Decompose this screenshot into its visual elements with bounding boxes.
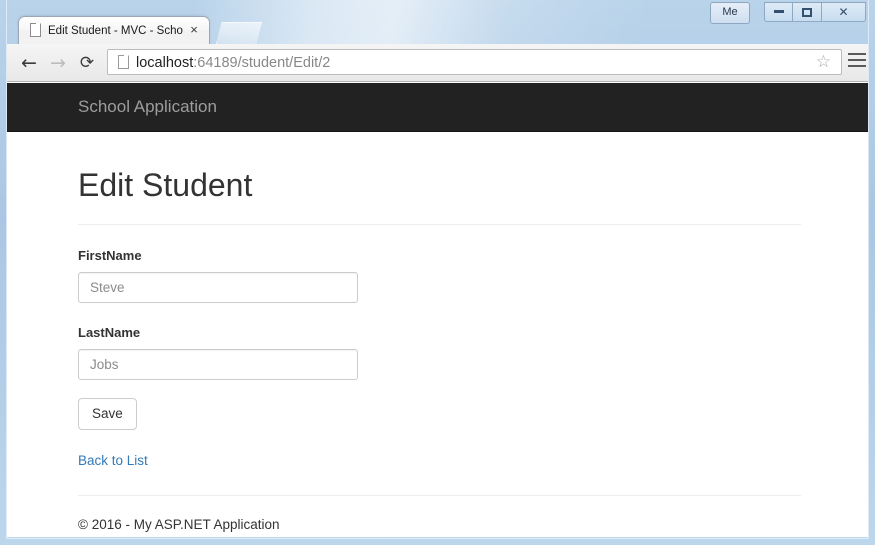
url-path: :64189/student/Edit/2 <box>193 55 330 71</box>
window-caption-buttons: Me ✕ <box>710 2 866 26</box>
menu-bar-1 <box>848 53 866 55</box>
footer-divider <box>78 495 801 496</box>
firstname-label: FirstName <box>78 248 801 264</box>
bookmark-star-icon[interactable]: ☆ <box>814 53 833 72</box>
navbar-brand[interactable]: School Application <box>78 97 217 117</box>
window-maximize-button[interactable] <box>793 2 822 22</box>
hamburger-menu-icon[interactable] <box>848 53 866 73</box>
forward-arrow-icon: → <box>46 52 70 74</box>
address-bar[interactable]: localhost:64189/student/Edit/2 ☆ <box>107 49 842 75</box>
field-group-lastname: LastName Jobs <box>78 325 801 380</box>
chrome-profile-button[interactable]: Me <box>710 2 750 24</box>
page-viewport: School Application Edit Student FirstNam… <box>7 82 868 537</box>
footer-copyright: © 2016 - My ASP.NET Application <box>78 516 801 533</box>
field-group-firstname: FirstName Steve <box>78 248 801 303</box>
address-bar-url: localhost:64189/student/Edit/2 <box>136 53 330 73</box>
window-close-button[interactable]: ✕ <box>822 2 866 22</box>
new-tab-button[interactable] <box>216 22 262 44</box>
page-title: Edit Student <box>78 140 801 204</box>
page-icon <box>30 23 41 37</box>
tab-title: Edit Student - MVC - Scho <box>48 23 185 39</box>
reload-icon[interactable]: ⟳ <box>75 52 99 74</box>
menu-bar-2 <box>848 59 866 61</box>
firstname-input[interactable]: Steve <box>78 272 358 303</box>
lastname-label: LastName <box>78 325 801 341</box>
browser-tab-edit-student[interactable]: Edit Student - MVC - Scho × <box>18 16 210 44</box>
url-host: localhost <box>136 55 193 71</box>
save-button[interactable]: Save <box>78 398 137 430</box>
edit-student-form: FirstName Steve LastName Jobs Save Back … <box>78 225 801 469</box>
browser-toolbar: ← → ⟳ localhost:64189/student/Edit/2 ☆ <box>7 44 868 82</box>
menu-bar-3 <box>848 65 866 67</box>
maximize-icon <box>802 8 812 17</box>
tab-close-icon[interactable]: × <box>187 23 201 37</box>
back-to-list-link[interactable]: Back to List <box>78 452 801 469</box>
minimize-icon <box>774 10 784 13</box>
window-minimize-button[interactable] <box>764 2 793 22</box>
lastname-input[interactable]: Jobs <box>78 349 358 380</box>
page-container: Edit Student FirstName Steve LastName Jo… <box>78 140 801 533</box>
back-arrow-icon[interactable]: ← <box>17 52 41 74</box>
browser-window: Edit Student - MVC - Scho × Me ✕ ← → ⟳ l… <box>0 0 875 545</box>
page-info-icon[interactable] <box>118 55 129 69</box>
site-navbar: School Application <box>7 83 868 132</box>
